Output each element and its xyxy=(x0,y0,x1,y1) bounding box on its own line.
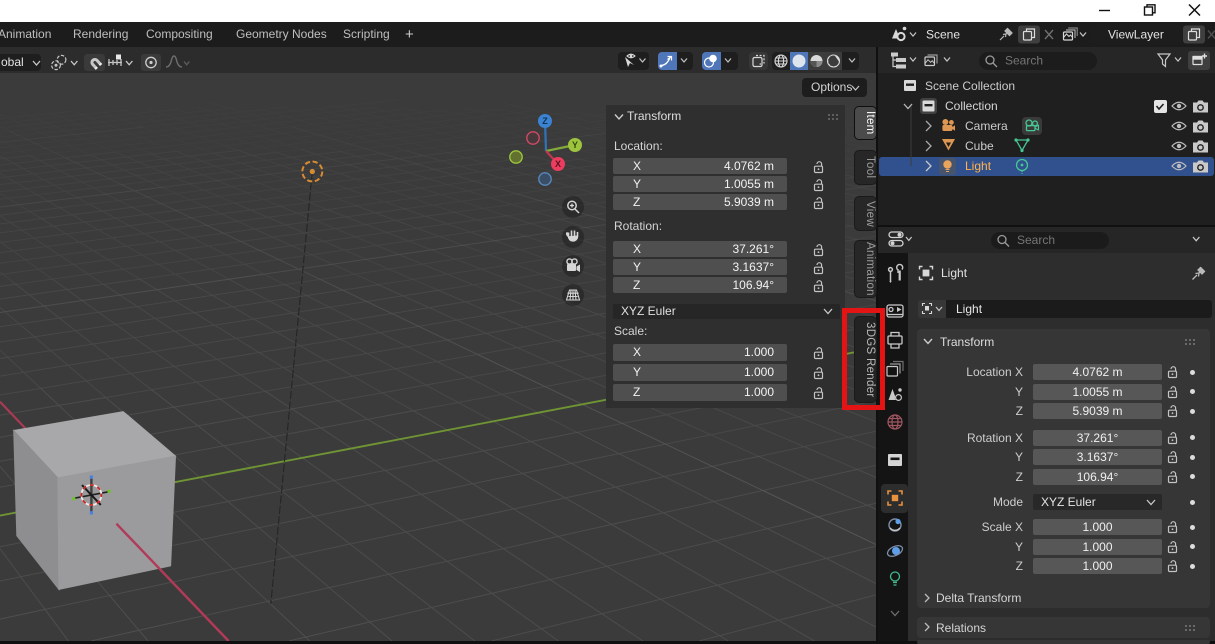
svg-text:Cube: Cube xyxy=(965,139,994,153)
svg-text:Search: Search xyxy=(1017,233,1055,247)
svg-text:Scene Collection: Scene Collection xyxy=(925,79,1015,93)
svg-text:Light: Light xyxy=(965,159,992,173)
svg-text:X: X xyxy=(555,159,561,169)
svg-text:Scene: Scene xyxy=(926,28,960,42)
svg-text:Z: Z xyxy=(542,116,548,126)
svg-text:Camera: Camera xyxy=(965,119,1008,133)
svg-text:Collection: Collection xyxy=(945,99,998,113)
svg-text:ViewLayer: ViewLayer xyxy=(1108,28,1164,42)
svg-text:Y: Y xyxy=(572,140,578,150)
svg-text:Search: Search xyxy=(1005,54,1043,68)
